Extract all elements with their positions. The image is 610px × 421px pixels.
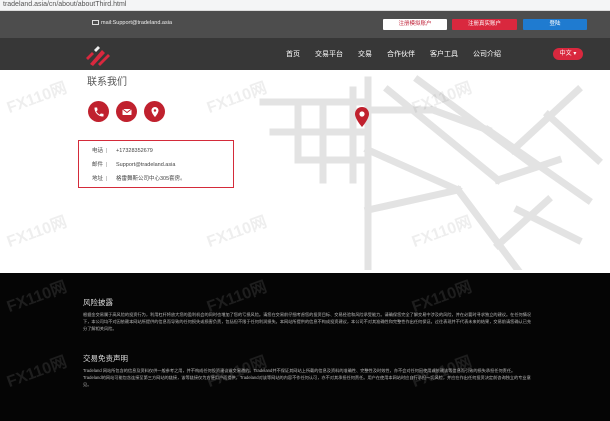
envelope-icon[interactable] xyxy=(116,101,137,122)
watermark: FX110网 xyxy=(4,213,70,251)
contact-row-address: 地址 | 格雷舞斯公司中心305套房。 xyxy=(92,176,186,182)
register-live-button[interactable]: 注册真实账户 xyxy=(452,19,517,30)
watermark: FX110网 xyxy=(4,79,70,117)
trading-disclaimer-title: 交易免责声明 xyxy=(83,354,128,363)
nav-item-tools[interactable]: 客户工具 xyxy=(430,49,458,59)
contact-row-email: 邮件 | Support@tradeland.asia xyxy=(92,162,176,168)
support-email-text: mail:Support@tradeland.asia xyxy=(101,20,173,26)
trading-disclaimer-text: Tradeland 网站所包含的信息及资料仅供一般参考之用，并不构成任何投资建议… xyxy=(83,368,531,387)
footer: 风险披露 根据金交易属于高风险的投资行为，利用杠杆将放大您的盈利机会的同时也增加… xyxy=(0,273,610,421)
nav-item-platform[interactable]: 交易平台 xyxy=(315,49,343,59)
register-demo-button[interactable]: 注册模拟账户 xyxy=(383,19,447,30)
phone-label: 电话 xyxy=(92,148,104,154)
top-bar: mail:Support@tradeland.asia 注册模拟账户 注册真实账… xyxy=(0,11,610,38)
watermark: FX110网 xyxy=(4,353,70,391)
email-label: 邮件 xyxy=(92,162,104,168)
location-map[interactable] xyxy=(258,70,608,270)
contact-row-phone: 电话 | +17328352679 xyxy=(92,148,153,154)
contact-section: 联系我们 电话 | +17328352679 邮件 | Support@tradelan… xyxy=(0,70,610,273)
support-email[interactable]: mail:Support@tradeland.asia xyxy=(92,20,172,26)
nav-item-partners[interactable]: 合作伙伴 xyxy=(387,49,415,59)
tradeland-logo[interactable] xyxy=(84,44,112,66)
mail-icon xyxy=(92,20,99,25)
language-select[interactable]: 中文 ▾ xyxy=(553,48,583,60)
location-pin-icon[interactable] xyxy=(144,101,165,122)
page-title: 联系我们 xyxy=(87,77,127,88)
nav-item-trading[interactable]: 交易 xyxy=(358,49,372,59)
url-text[interactable]: tradeland.asia/cn/about/aboutThird.html xyxy=(3,1,126,8)
risk-disclosure-title: 风险披露 xyxy=(83,298,113,307)
phone-value[interactable]: +17328352679 xyxy=(116,148,153,154)
main-nav: 首页 交易平台 交易 合作伙伴 客户工具 公司介绍 中文 ▾ xyxy=(0,38,610,70)
phone-icon[interactable] xyxy=(88,101,109,122)
browser-address-bar[interactable]: tradeland.asia/cn/about/aboutThird.html xyxy=(0,0,610,11)
watermark: FX110网 xyxy=(4,278,70,316)
address-value: 格雷舞斯公司中心305套房。 xyxy=(116,176,186,182)
contact-details-box: 电话 | +17328352679 邮件 | Support@tradeland.asi… xyxy=(78,140,234,188)
login-button[interactable]: 登陆 xyxy=(523,19,587,30)
email-value[interactable]: Support@tradeland.asia xyxy=(116,162,175,168)
page: tradeland.asia/cn/about/aboutThird.html … xyxy=(0,0,610,421)
nav-item-home[interactable]: 首页 xyxy=(286,49,300,59)
address-label: 地址 xyxy=(92,176,104,182)
nav-links: 首页 交易平台 交易 合作伙伴 客户工具 公司介绍 xyxy=(286,49,516,59)
nav-item-about[interactable]: 公司介绍 xyxy=(473,49,501,59)
risk-disclosure-text: 根据金交易属于高风险的投资行为，利用杠杆将放大您的盈利机会的同时也增加了您的亏损… xyxy=(83,312,532,331)
